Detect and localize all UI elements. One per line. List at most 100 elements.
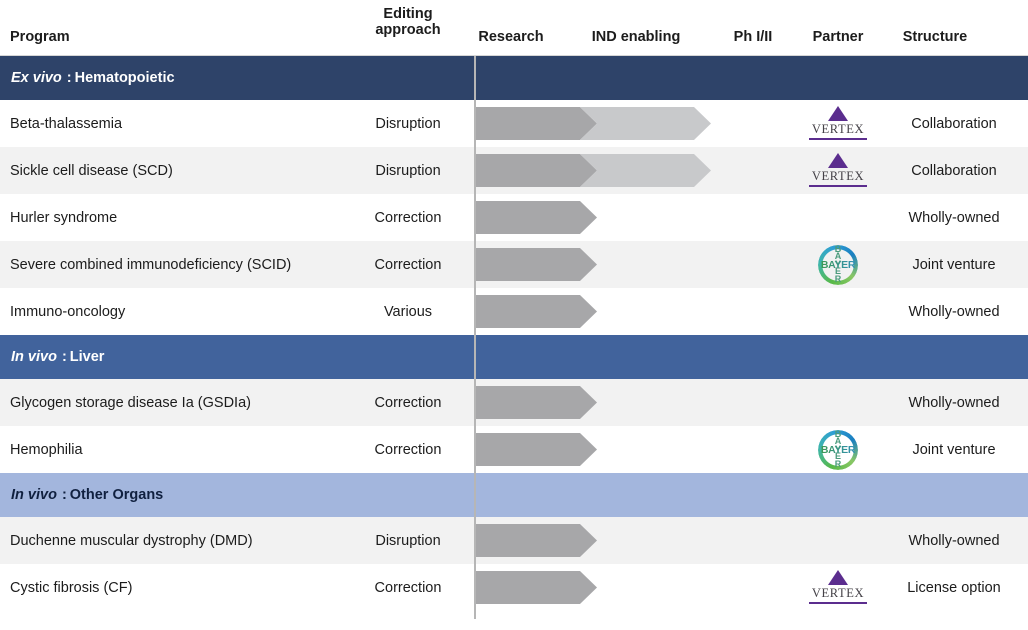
vertex-underline bbox=[809, 137, 867, 140]
progress-arrow bbox=[476, 248, 711, 281]
cell-partner bbox=[796, 379, 880, 426]
progress-arrow-segment-research bbox=[476, 248, 597, 281]
cell-partner bbox=[796, 194, 880, 241]
cell-structure: Wholly-owned bbox=[908, 303, 1000, 320]
progress-arrow-segment-research bbox=[476, 571, 597, 604]
cell-structure: Joint venture bbox=[912, 256, 996, 273]
vertex-triangle-icon bbox=[828, 105, 848, 121]
progress-arrow-segment-ind-enabling bbox=[580, 107, 711, 140]
cell-program: Hurler syndrome bbox=[10, 209, 118, 226]
table-row[interactable]: Cystic fibrosis (CF) Correction VERTEX Lice… bbox=[0, 564, 1028, 611]
vertex-logo-icon: VERTEX bbox=[805, 569, 871, 607]
cell-partner: BAYERBAYER bbox=[796, 241, 880, 288]
progress-arrow bbox=[476, 524, 711, 557]
cell-editing-approach: Disruption bbox=[375, 532, 441, 549]
table-row[interactable]: Severe combined immunodeficiency (SCID) C… bbox=[0, 241, 1028, 288]
progress-arrow-segment-research bbox=[476, 295, 597, 328]
progress-arrow-segment-research bbox=[476, 386, 597, 419]
progress-arrow-segment-research bbox=[476, 154, 597, 187]
cell-partner: VERTEX bbox=[796, 147, 880, 194]
section-separator: : bbox=[61, 349, 67, 365]
column-header-structure: Structure bbox=[902, 29, 968, 45]
progress-arrow bbox=[476, 295, 711, 328]
cell-partner: VERTEX bbox=[796, 100, 880, 147]
table-row[interactable]: Hurler syndrome Correction Wholly-owned bbox=[0, 194, 1028, 241]
table-row[interactable]: Glycogen storage disease Ia (GSDIa) Corre… bbox=[0, 379, 1028, 426]
pipeline-rows: Ex vivo: Hematopoietic Beta-thalassemia Dis… bbox=[0, 56, 1028, 611]
table-header: Program Editing approach Research IND en… bbox=[0, 0, 1028, 56]
vertex-logo-icon: VERTEX bbox=[805, 152, 871, 190]
vertex-triangle-icon bbox=[828, 569, 848, 585]
cell-editing-approach: Disruption bbox=[375, 162, 441, 179]
cell-program: Severe combined immunodeficiency (SCID) bbox=[10, 256, 292, 273]
progress-arrow-segment-research bbox=[476, 201, 597, 234]
section-name: Other Organs bbox=[69, 487, 164, 503]
cell-editing-approach: Correction bbox=[374, 256, 442, 273]
progress-arrow bbox=[476, 201, 711, 234]
cell-partner bbox=[796, 288, 880, 335]
bayer-logo-icon: BAYERBAYER bbox=[818, 244, 858, 285]
vertex-wordmark: VERTEX bbox=[811, 168, 865, 183]
cell-partner: VERTEX bbox=[796, 564, 880, 611]
cell-structure: Wholly-owned bbox=[908, 394, 1000, 411]
progress-arrow bbox=[476, 571, 711, 604]
vertex-underline bbox=[809, 184, 867, 187]
table-row[interactable]: Sickle cell disease (SCD) Disruption VERTE… bbox=[0, 147, 1028, 194]
progress-arrow bbox=[476, 154, 711, 187]
section-name: Liver bbox=[69, 349, 105, 365]
column-header-editing-approach: Editing approach bbox=[375, 6, 441, 39]
cell-program: Cystic fibrosis (CF) bbox=[10, 579, 133, 596]
cell-program: Beta-thalassemia bbox=[10, 115, 123, 132]
cell-editing-approach: Correction bbox=[374, 394, 442, 411]
cell-editing-approach: Correction bbox=[374, 209, 442, 226]
cell-program: Immuno-oncology bbox=[10, 303, 126, 320]
progress-arrow-segment-research bbox=[476, 433, 597, 466]
section-mode: In vivo bbox=[11, 487, 57, 503]
bayer-wordmark-horizontal: BAYER bbox=[818, 444, 858, 456]
bayer-cross-icon: BAYERBAYER bbox=[818, 244, 858, 285]
table-row[interactable]: Immuno-oncology Various Wholly-owned bbox=[0, 288, 1028, 335]
section-mode: In vivo bbox=[11, 349, 57, 365]
cell-program: Hemophilia bbox=[10, 441, 83, 458]
cell-editing-approach: Correction bbox=[374, 579, 442, 596]
bayer-wordmark-horizontal: BAYER bbox=[818, 259, 858, 271]
section-separator: : bbox=[61, 487, 67, 503]
cell-editing-approach: Disruption bbox=[375, 115, 441, 132]
cell-editing-approach: Correction bbox=[374, 441, 442, 458]
progress-arrow bbox=[476, 107, 711, 140]
section-header: In vivo: Liver bbox=[0, 335, 1028, 379]
vertex-wordmark: VERTEX bbox=[811, 121, 865, 136]
section-mode: Ex vivo bbox=[11, 70, 62, 86]
progress-arrow-segment-research bbox=[476, 107, 597, 140]
cell-structure: Collaboration bbox=[911, 162, 997, 179]
cell-structure: Wholly-owned bbox=[908, 209, 1000, 226]
table-row[interactable]: Duchenne muscular dystrophy (DMD) Disrupt… bbox=[0, 517, 1028, 564]
cell-structure: License option bbox=[907, 579, 1001, 596]
progress-arrow-segment-research bbox=[476, 524, 597, 557]
cell-structure: Collaboration bbox=[911, 115, 997, 132]
vertex-underline bbox=[809, 601, 867, 604]
stage-axis-divider bbox=[474, 56, 476, 619]
cell-editing-approach: Various bbox=[383, 303, 433, 320]
column-header-ind-enabling: IND enabling bbox=[591, 29, 681, 45]
progress-arrow bbox=[476, 433, 711, 466]
column-header-ph-i-ii: Ph I/II bbox=[733, 29, 773, 45]
table-row[interactable]: Hemophilia Correction BAYERBAYER Joint vent… bbox=[0, 426, 1028, 473]
progress-arrow-segment-ind-enabling bbox=[580, 154, 711, 187]
cell-partner bbox=[796, 517, 880, 564]
column-header-partner: Partner bbox=[812, 29, 864, 45]
cell-partner: BAYERBAYER bbox=[796, 426, 880, 473]
column-header-program: Program bbox=[10, 29, 70, 45]
table-row[interactable]: Beta-thalassemia Disruption VERTEX Collabor… bbox=[0, 100, 1028, 147]
section-header: In vivo: Other Organs bbox=[0, 473, 1028, 517]
cell-program: Duchenne muscular dystrophy (DMD) bbox=[10, 532, 253, 549]
section-name: Hematopoietic bbox=[74, 70, 175, 86]
vertex-wordmark: VERTEX bbox=[811, 585, 865, 600]
column-header-research: Research bbox=[478, 29, 544, 45]
cell-structure: Joint venture bbox=[912, 441, 996, 458]
bayer-cross-icon: BAYERBAYER bbox=[818, 429, 858, 470]
section-separator: : bbox=[66, 70, 72, 86]
vertex-triangle-icon bbox=[828, 152, 848, 168]
vertex-logo-icon: VERTEX bbox=[805, 105, 871, 143]
cell-program: Glycogen storage disease Ia (GSDIa) bbox=[10, 394, 251, 411]
